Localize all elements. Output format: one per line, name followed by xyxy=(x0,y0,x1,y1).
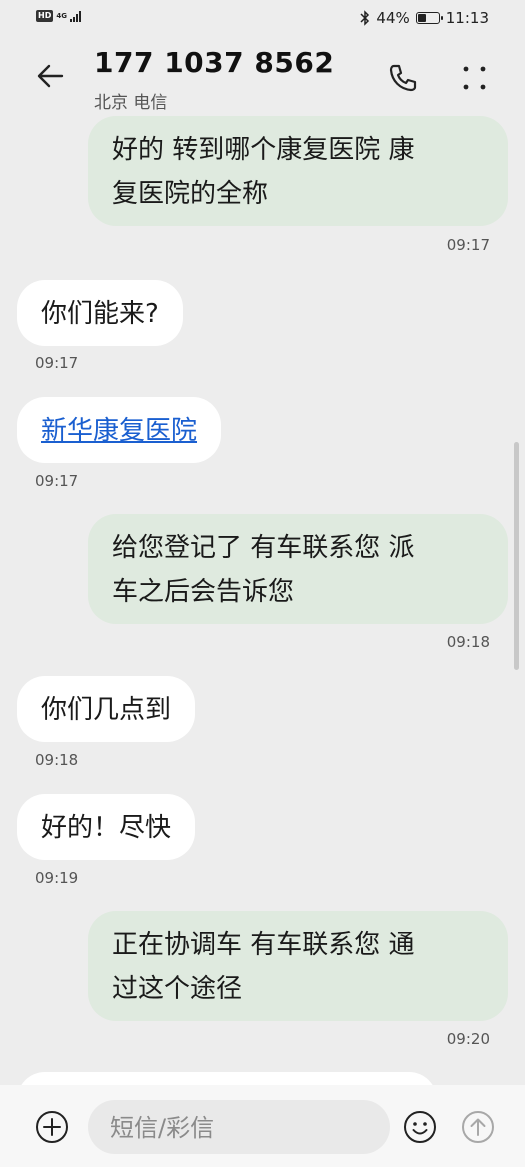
status-left: HD 4G xyxy=(36,10,81,22)
more-button[interactable] xyxy=(454,58,494,98)
more-vertical-icon xyxy=(463,66,486,90)
message-time: 09:18 xyxy=(446,633,490,651)
message-line: 你们几点到 xyxy=(41,695,172,725)
message-bubble-outgoing[interactable]: 给您登记了 有车联系您 派 车之后会告诉您 xyxy=(88,514,508,624)
signal-icon xyxy=(69,10,81,22)
composer-bar xyxy=(0,1085,525,1167)
status-right: 44% 11:13 xyxy=(360,9,489,27)
message-time: 09:19 xyxy=(35,869,79,887)
phone-icon xyxy=(389,64,417,92)
message-time: 09:17 xyxy=(446,236,490,254)
scrollbar[interactable] xyxy=(514,442,519,670)
status-bar: HD 4G 44% 11:13 xyxy=(0,0,525,36)
message-bubble-outgoing[interactable]: 正在协调车 有车联系您 通 过这个途径 xyxy=(88,911,508,1021)
message-time: 09:18 xyxy=(35,751,79,769)
message-line: 正在协调车 有车联系您 通 xyxy=(112,930,415,960)
hd-badge: HD xyxy=(36,10,54,22)
hospital-link[interactable]: 新华康复医院 xyxy=(41,409,197,453)
message-line: 复医院的全称 xyxy=(112,179,269,209)
message-line: 车之后会告诉您 xyxy=(112,577,295,607)
back-button[interactable] xyxy=(30,54,74,98)
message-line: 好的 转到哪个康复医院 康 xyxy=(112,135,415,165)
contact-number: 177 1037 8562 xyxy=(94,46,335,79)
message-line: 你们能来? xyxy=(41,299,159,329)
smiley-icon xyxy=(404,1111,436,1143)
message-bubble-incoming[interactable]: 好的！尽快 xyxy=(17,794,196,860)
message-bubble-incoming[interactable]: 你们能来? xyxy=(17,280,183,346)
message-line: 过这个途径 xyxy=(112,974,243,1004)
battery-fill xyxy=(417,14,426,22)
contact-location: 北京 电信 xyxy=(94,93,168,113)
message-line: 给您登记了 有车联系您 派 xyxy=(112,533,415,563)
message-line: 好的！尽快 xyxy=(41,813,172,843)
message-input-container[interactable] xyxy=(88,1100,390,1156)
battery-icon xyxy=(415,12,443,24)
clock: 11:13 xyxy=(445,9,489,27)
arrow-up-circle-icon xyxy=(462,1111,494,1143)
network-label: 4G xyxy=(56,11,67,20)
conversation-header: 177 1037 8562 北京 电信 xyxy=(0,36,525,116)
send-button[interactable] xyxy=(460,1109,496,1145)
battery-percent: 44% xyxy=(376,9,410,27)
message-bubble-outgoing[interactable]: 好的 转到哪个康复医院 康 复医院的全称 xyxy=(88,116,508,226)
bluetooth-icon xyxy=(360,10,370,26)
message-input[interactable] xyxy=(88,1100,372,1156)
message-time: 09:20 xyxy=(446,1030,490,1048)
message-bubble-incoming[interactable]: 你们几点到 xyxy=(17,676,196,742)
emoji-button[interactable] xyxy=(402,1109,438,1145)
arrow-left-icon xyxy=(37,64,64,88)
plus-circle-icon xyxy=(36,1111,68,1143)
message-bubble-incoming[interactable]: 新华康复医院 xyxy=(17,397,222,463)
add-attachment-button[interactable] xyxy=(34,1109,70,1145)
message-time: 09:17 xyxy=(35,472,79,490)
message-time: 09:17 xyxy=(35,354,79,372)
call-button[interactable] xyxy=(382,58,422,98)
